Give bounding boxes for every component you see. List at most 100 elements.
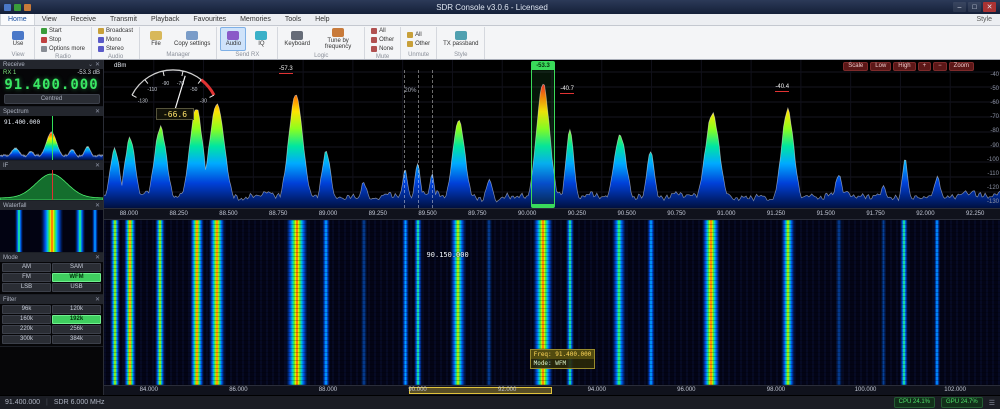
x-axis-label: 90.000 [502,209,552,219]
spectrum-display[interactable]: ScaleLowHigh+−Zoom -40-50-60-70-80-90-10… [104,60,1000,208]
x-axis-label: 91.750 [851,209,901,219]
tab-view[interactable]: View [35,14,64,25]
receiver-panel: Receive ⌄ ✕ RX 1 -53.3 dB 91.400.000 Cen… [0,60,103,107]
all-button[interactable]: All [368,27,397,35]
waterfall-mini[interactable] [0,210,103,252]
tune-by-frequency-button[interactable]: Tune by frequency [315,27,361,52]
tab-receive[interactable]: Receive [64,14,103,25]
title-bar: SDR Console v3.0.6 - Licensed – □ ✕ [0,0,1000,14]
hamburger-icon[interactable]: ☰ [989,399,995,407]
ribbon: UseViewStartStopOptions moreRadioBroadca… [0,26,1000,60]
tx-passband-button[interactable]: TX passband [440,27,481,51]
tab-transmit[interactable]: Transmit [103,14,144,25]
other-button[interactable]: Other [368,36,397,44]
frequency-display[interactable]: 91.400.000 [0,77,103,93]
close-button[interactable]: ✕ [983,2,996,12]
centred-button[interactable]: Centred [4,94,100,104]
mode-button-usb[interactable]: USB [52,283,101,292]
mono-button[interactable]: Mono [95,36,136,44]
keyboard-button[interactable]: Keyboard [281,27,313,52]
close-icon[interactable]: ✕ [95,202,100,209]
if-center-marker [52,170,53,200]
wave-icon [255,31,267,40]
tab-memories[interactable]: Memories [233,14,278,25]
mode-button-sam[interactable]: SAM [52,263,101,272]
filter-button-384k[interactable]: 384k [52,335,101,344]
selection-label: -53.3 [532,62,553,70]
ribbon-group-radio: StartStopOptions moreRadio [35,27,92,59]
mute-icon [371,28,377,34]
chevron-down-icon[interactable]: ⌄ [88,61,93,68]
spectrum-button-zoom[interactable]: Zoom [949,62,974,71]
navigator-label: 102.000 [910,386,1000,395]
spectrum-button-low[interactable]: Low [870,62,891,71]
undo-icon[interactable] [24,4,31,11]
ribbon-group-view: UseView [2,27,35,59]
close-icon[interactable]: ✕ [95,296,100,303]
tab-help[interactable]: Help [308,14,336,25]
filter-buttons: 96k120k160k192k220k256k300k384k [0,304,103,346]
iq-button[interactable]: IQ [248,27,274,51]
maximize-button[interactable]: □ [968,2,981,12]
mode-button-am[interactable]: AM [2,263,51,272]
filter-button-192k[interactable]: 192k [52,315,101,324]
rf-mini-spectrum[interactable]: 91.400.000 [0,116,103,160]
mode-button-fm[interactable]: FM [2,273,51,282]
svg-text:-30: -30 [200,99,207,105]
waterfall-signal [286,220,308,385]
x-axis-label: 88.000 [104,209,154,219]
filter-button-120k[interactable]: 120k [52,305,101,314]
selection-box[interactable]: -53.3 [531,61,554,208]
spectrum-button-high[interactable]: High [893,62,915,71]
filter-button-300k[interactable]: 300k [2,335,51,344]
waterfall-signal [15,210,23,252]
spectrum-button--[interactable]: + [918,62,932,71]
if-passband-display[interactable] [0,170,103,200]
other-button[interactable]: Other [404,40,433,48]
navigator-label: 84.000 [104,386,194,395]
none-button[interactable]: None [368,45,397,53]
frequency-scale[interactable]: 88.00088.25088.50088.75089.00089.25089.5… [104,208,1000,220]
band-navigator[interactable]: 84.00086.00088.00090.00092.00094.00096.0… [104,385,1000,395]
filter-button-96k[interactable]: 96k [2,305,51,314]
waterfall-signal [41,210,63,252]
x-axis-label: 90.500 [602,209,652,219]
y-axis-label: -70 [987,114,999,120]
broadcast-button[interactable]: Broadcast [95,27,136,35]
tab-playback[interactable]: Playback [144,14,186,25]
tab-home[interactable]: Home [0,14,35,25]
style-menu[interactable]: Style [968,16,1000,23]
gear-icon [41,46,47,52]
start-button[interactable]: Start [38,27,88,35]
waterfall-frequency-overlay: 90.150.000 [427,251,469,259]
close-icon[interactable]: ✕ [95,61,100,68]
audio-button[interactable]: Audio [220,27,246,51]
minimize-button[interactable]: – [953,2,966,12]
tab-tools[interactable]: Tools [278,14,308,25]
stereo-button[interactable]: Stereo [95,45,136,53]
tab-favourites[interactable]: Favourites [186,14,233,25]
spectrum-button-scale[interactable]: Scale [843,62,868,71]
ribbon-group-mute: AllOtherNoneMute [365,27,401,59]
all-button[interactable]: All [404,31,433,39]
filter-button-160k[interactable]: 160k [2,315,51,324]
x-axis-label: 90.750 [652,209,702,219]
file-button[interactable]: File [143,27,169,51]
waterfall-signal [900,220,908,385]
filter-button-220k[interactable]: 220k [2,325,51,334]
close-icon[interactable]: ✕ [95,254,100,261]
options-more-button[interactable]: Options more [38,45,88,53]
mode-button-wfm[interactable]: WFM [52,273,101,282]
close-icon[interactable]: ✕ [95,162,100,169]
stop-button[interactable]: Stop [38,36,88,44]
x-axis-label: 88.250 [154,209,204,219]
save-icon[interactable] [14,4,21,11]
copy-settings-button[interactable]: Copy settings [171,27,213,51]
mode-button-lsb[interactable]: LSB [2,283,51,292]
ribbon-group-unmute: AllOtherUnmute [401,27,437,59]
filter-button-256k[interactable]: 256k [52,325,101,334]
waterfall-display[interactable]: 90.150.000 Freq: 91.400.000 Mode: WFM [104,220,1000,385]
spectrum-button--[interactable]: − [933,62,947,71]
close-icon[interactable]: ✕ [95,108,100,115]
use-button[interactable]: Use [5,27,31,51]
